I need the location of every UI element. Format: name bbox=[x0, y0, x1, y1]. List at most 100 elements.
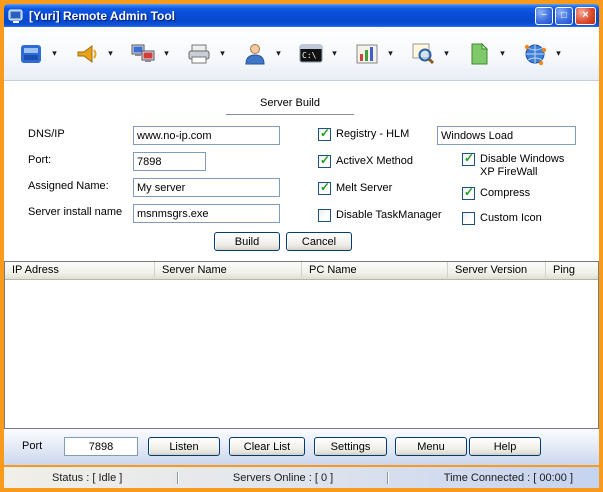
help-button[interactable]: Help bbox=[469, 437, 541, 456]
toolgroup-search: ▾ bbox=[406, 36, 452, 72]
listen-port-input[interactable] bbox=[64, 437, 138, 456]
toolgroup-command-prompt: C:\ ▾ bbox=[294, 36, 340, 72]
toolgroup-applications: ▾ bbox=[350, 36, 396, 72]
server-list-header: IP Adress Server Name PC Name Server Ver… bbox=[5, 262, 598, 280]
toolgroup-printer: ▾ bbox=[182, 36, 228, 72]
applications-dropdown[interactable]: ▾ bbox=[385, 36, 396, 72]
audio-icon bbox=[74, 41, 100, 67]
dropdown-arrow-icon: ▾ bbox=[108, 48, 113, 59]
window-controls: − □ × bbox=[535, 7, 596, 25]
applications-icon bbox=[354, 41, 380, 67]
activex-method-checkbox[interactable]: ActiveX Method bbox=[318, 155, 413, 168]
printer-icon bbox=[186, 41, 212, 67]
time-connected-text: Time Connected : [ 00:00 ] bbox=[444, 472, 573, 484]
column-header-ping[interactable]: Ping bbox=[546, 262, 598, 280]
network-dropdown[interactable]: ▾ bbox=[161, 36, 172, 72]
app-icon[interactable] bbox=[7, 7, 24, 24]
checkbox-label: Disable TaskManager bbox=[336, 209, 442, 222]
checkbox-label: Compress bbox=[480, 187, 530, 200]
toolgroup-web: ▾ bbox=[518, 36, 564, 72]
custom-icon-checkbox[interactable]: Custom Icon bbox=[462, 212, 542, 225]
network-computers-button[interactable] bbox=[126, 36, 160, 72]
disable-firewall-checkbox[interactable]: Disable Windows XP FireWall bbox=[462, 153, 572, 179]
search-dropdown[interactable]: ▾ bbox=[441, 36, 452, 72]
settings-button[interactable]: Settings bbox=[314, 437, 387, 456]
port-input[interactable] bbox=[133, 152, 206, 171]
status-bar: Status : [ Idle ] Servers Online : [ 0 ]… bbox=[4, 465, 599, 488]
file-manager-button[interactable] bbox=[462, 36, 496, 72]
search-icon bbox=[410, 41, 436, 67]
user-button[interactable] bbox=[238, 36, 272, 72]
server-list: IP Adress Server Name PC Name Server Ver… bbox=[4, 261, 599, 429]
listen-button[interactable]: Listen bbox=[148, 437, 220, 456]
titlebar[interactable]: [Yuri] Remote Admin Tool − □ × bbox=[4, 4, 599, 27]
listen-port-label: Port bbox=[22, 440, 42, 452]
registry-hlm-checkbox[interactable]: Registry - HLM bbox=[318, 128, 409, 141]
printer-button[interactable] bbox=[182, 36, 216, 72]
audio-button[interactable] bbox=[70, 36, 104, 72]
search-button[interactable] bbox=[406, 36, 440, 72]
server-build-dropdown[interactable]: ▾ bbox=[49, 36, 60, 72]
melt-server-checkbox[interactable]: Melt Server bbox=[318, 182, 392, 195]
build-button[interactable]: Build bbox=[214, 232, 280, 251]
column-header-server-version[interactable]: Server Version bbox=[448, 262, 546, 280]
dropdown-arrow-icon: ▾ bbox=[556, 48, 561, 59]
server-build-panel: Server Build DNS/IP Port: Assigned Name:… bbox=[4, 81, 599, 261]
column-header-pc-name[interactable]: PC Name bbox=[302, 262, 448, 280]
window-title: [Yuri] Remote Admin Tool bbox=[29, 9, 530, 23]
command-prompt-button[interactable]: C:\ bbox=[294, 36, 328, 72]
clear-list-button[interactable]: Clear List bbox=[229, 437, 305, 456]
panel-title: Server Build bbox=[226, 97, 354, 115]
close-button[interactable]: × bbox=[575, 7, 596, 25]
command-prompt-dropdown[interactable]: ▾ bbox=[329, 36, 340, 72]
printer-dropdown[interactable]: ▾ bbox=[217, 36, 228, 72]
dns-ip-input[interactable] bbox=[133, 126, 280, 145]
server-build-button[interactable] bbox=[14, 36, 48, 72]
web-dropdown[interactable]: ▾ bbox=[553, 36, 564, 72]
minimize-button[interactable]: − bbox=[535, 7, 553, 25]
checkbox-box bbox=[318, 182, 331, 195]
disable-taskmanager-checkbox[interactable]: Disable TaskManager bbox=[318, 209, 442, 222]
dns-ip-label: DNS/IP bbox=[28, 128, 65, 140]
applications-button[interactable] bbox=[350, 36, 384, 72]
web-globe-icon bbox=[522, 41, 548, 67]
maximize-glyph: □ bbox=[561, 11, 567, 21]
dropdown-arrow-icon: ▾ bbox=[276, 48, 281, 59]
file-manager-dropdown[interactable]: ▾ bbox=[497, 36, 508, 72]
maximize-button[interactable]: □ bbox=[555, 7, 573, 25]
audio-dropdown[interactable]: ▾ bbox=[105, 36, 116, 72]
file-manager-icon bbox=[466, 41, 492, 67]
web-globe-button[interactable] bbox=[518, 36, 552, 72]
checkbox-box bbox=[462, 187, 475, 200]
compress-checkbox[interactable]: Compress bbox=[462, 187, 530, 200]
window-frame: [Yuri] Remote Admin Tool − □ × ▾ bbox=[0, 0, 603, 492]
servers-online-text: Servers Online : [ 0 ] bbox=[233, 472, 333, 484]
server-list-body[interactable] bbox=[5, 280, 598, 428]
minimize-glyph: − bbox=[541, 11, 547, 21]
cancel-button[interactable]: Cancel bbox=[286, 232, 352, 251]
user-dropdown[interactable]: ▾ bbox=[273, 36, 284, 72]
load-name-input[interactable] bbox=[437, 126, 576, 145]
assigned-name-input[interactable] bbox=[133, 178, 280, 197]
statusbar-separator bbox=[387, 472, 389, 484]
checkbox-box bbox=[318, 155, 331, 168]
toolbar: ▾ ▾ ▾ bbox=[4, 27, 599, 81]
user-icon bbox=[242, 41, 268, 67]
app-logo-icon bbox=[8, 8, 24, 24]
assigned-name-label: Assigned Name: bbox=[28, 180, 109, 192]
column-header-server-name[interactable]: Server Name bbox=[155, 262, 302, 280]
network-computers-icon bbox=[130, 41, 156, 67]
checkbox-label: Disable Windows XP FireWall bbox=[480, 153, 572, 179]
connection-bar: Port Listen Clear List Settings Menu Hel… bbox=[4, 429, 599, 465]
statusbar-separator bbox=[177, 472, 179, 484]
checkbox-label: Custom Icon bbox=[480, 212, 542, 225]
port-label: Port: bbox=[28, 154, 51, 166]
toolgroup-server-build: ▾ bbox=[14, 36, 60, 72]
checkbox-box bbox=[318, 209, 331, 222]
server-install-name-input[interactable] bbox=[133, 204, 280, 223]
server-build-icon bbox=[18, 41, 44, 67]
dropdown-arrow-icon: ▾ bbox=[164, 48, 169, 59]
menu-button[interactable]: Menu bbox=[395, 437, 467, 456]
svg-text:C:\: C:\ bbox=[302, 51, 317, 60]
column-header-ip-address[interactable]: IP Adress bbox=[5, 262, 155, 280]
